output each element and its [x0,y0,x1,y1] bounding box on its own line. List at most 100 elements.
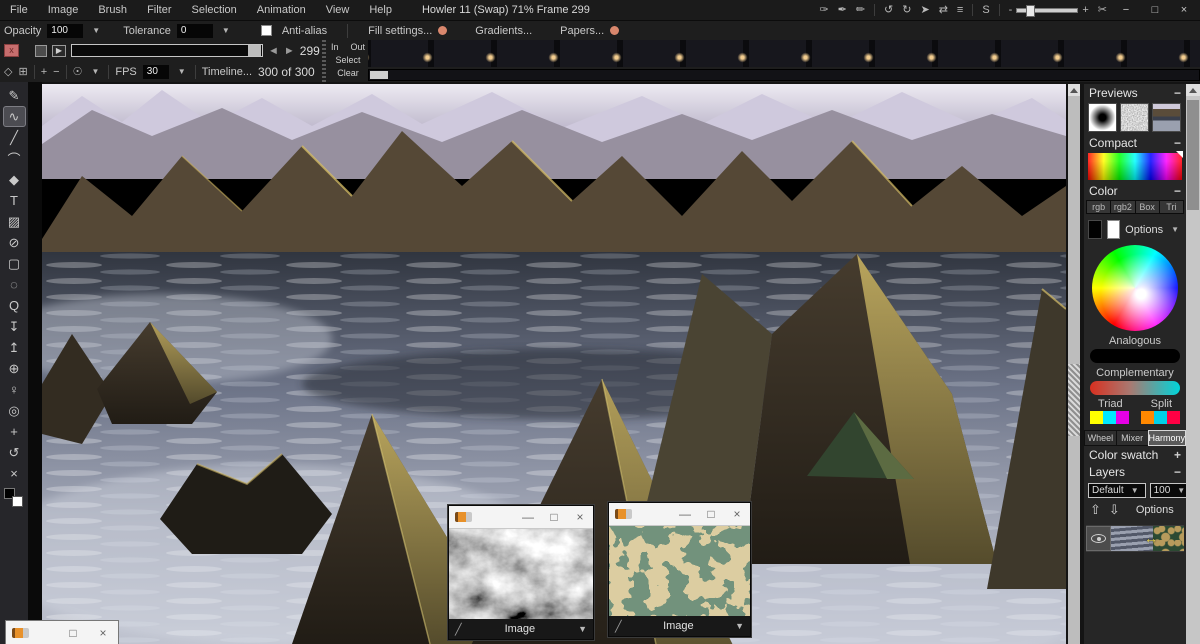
bulb-icon[interactable]: ☉ [73,63,83,81]
close-icon[interactable]: × [88,626,118,640]
color-options-button[interactable]: Options [1125,224,1163,236]
remove-frame-button[interactable]: − [53,63,59,81]
layer-visibility-toggle[interactable] [1086,526,1111,551]
close-icon[interactable]: × [724,507,750,521]
fg-bg-swatches[interactable] [3,488,25,510]
compact-color-strip[interactable] [1088,153,1182,180]
gradients-button[interactable]: Gradients... [475,25,532,37]
close-icon[interactable]: × [567,510,593,524]
close-button[interactable]: × [1174,4,1194,16]
swap-icon[interactable]: ⇄ [939,1,948,19]
zoom-slider-handle[interactable] [1026,5,1035,17]
redo-icon[interactable]: ↻ [902,1,911,19]
previews-collapse-icon[interactable]: − [1174,86,1181,100]
filled-shape-tool[interactable]: ▨ [3,211,26,232]
minimize-icon[interactable]: — [515,510,541,524]
zoom-slider[interactable]: - + [1009,1,1089,19]
clear-button[interactable]: Clear [330,67,366,80]
anchor-icon[interactable]: ◇ [4,63,12,81]
menu-image[interactable]: Image [38,4,89,16]
split-swatch-3[interactable] [1167,411,1180,424]
pan-tool[interactable]: + [3,421,26,442]
undo-tool[interactable]: ↺ [3,442,26,463]
ellipse-tool[interactable]: ⊘ [3,232,26,253]
text-tool[interactable]: T [3,190,26,211]
fill-settings-indicator[interactable] [438,26,447,35]
mode-tab-wheel[interactable]: Wheel [1085,431,1116,445]
select-button[interactable]: Select [330,54,366,67]
undo-icon[interactable]: ↺ [884,1,893,19]
compact-collapse-icon[interactable]: − [1174,136,1181,150]
color-wheel[interactable] [1092,245,1178,331]
color-tab-box[interactable]: Box [1136,201,1159,213]
bulb-dropdown-icon[interactable]: ▼ [88,67,102,76]
maximize-icon[interactable]: □ [58,626,88,640]
primary-color-swatch[interactable] [1088,220,1102,239]
add-frame-button[interactable]: + [41,63,47,81]
pen-tool[interactable]: ✎ [3,85,26,106]
antialias-checkbox[interactable] [261,25,272,36]
brush-preview[interactable] [1088,103,1117,132]
menu-view[interactable]: View [316,4,360,16]
menu-filter[interactable]: Filter [137,4,181,16]
menu-selection[interactable]: Selection [182,4,247,16]
image-preview[interactable] [1152,103,1181,132]
zoom-tool[interactable]: Q [3,295,26,316]
eyedropper-tool[interactable]: ↧ [3,316,26,337]
layer-options-button[interactable]: Options [1136,504,1174,516]
color-collapse-icon[interactable]: − [1174,184,1181,198]
timeline-button[interactable]: Timeline... [202,66,252,78]
triad-swatch-2[interactable] [1103,411,1116,424]
list-icon[interactable]: ≡ [957,1,963,19]
triad-swatch-1[interactable] [1090,411,1103,424]
lamp-tool[interactable]: ♀ [3,379,26,400]
zoom-in-icon[interactable]: + [1082,1,1088,19]
frame-scrubber[interactable] [71,44,263,57]
papers-button[interactable]: Papers... [560,25,604,37]
analogous-bar[interactable] [1090,349,1180,363]
picker-icon[interactable]: ╱ [455,623,462,636]
menu-animation[interactable]: Animation [247,4,316,16]
knife-icon[interactable]: ✂ [1098,1,1107,19]
opacity-value[interactable]: 100 [47,24,83,38]
source-selector[interactable]: ╱ Image ▼ [449,619,593,639]
opacity-dropdown-icon[interactable]: ▼ [89,26,103,35]
frame-range-icon[interactable]: ⊞ [18,63,27,81]
out-button[interactable]: Out [350,41,365,54]
layer-down-icon[interactable]: ⇩ [1109,502,1120,518]
minimize-icon[interactable]: — [672,507,698,521]
stamp-tool[interactable]: ⊕ [3,358,26,379]
timeline-scrubber-handle[interactable] [370,71,388,79]
window-titlebar[interactable]: — □ × [609,503,750,526]
airbrush-2-icon[interactable]: ✒ [838,1,847,19]
menu-file[interactable]: File [0,4,38,16]
menu-brush[interactable]: Brush [88,4,137,16]
tolerance-value[interactable]: 0 [177,24,213,38]
panel-scroll-up-icon[interactable] [1186,84,1200,96]
papers-indicator[interactable] [610,26,619,35]
next-frame-icon[interactable]: ► [284,45,295,57]
fill-tool[interactable]: ◆ [3,169,26,190]
scroll-up-icon[interactable] [1068,84,1080,96]
maximize-icon[interactable]: □ [698,507,724,521]
menu-help[interactable]: Help [359,4,402,16]
fps-value[interactable]: 30 [143,65,169,79]
tolerance-dropdown-icon[interactable]: ▼ [219,26,233,35]
curve-tool[interactable]: ⌒ [3,148,26,169]
secondary-color-swatch[interactable] [1107,220,1121,239]
prev-frame-icon[interactable]: ◄ [268,45,279,57]
paper-preview[interactable] [1120,103,1149,132]
minimize-button[interactable]: − [1116,4,1136,16]
airbrush-1-icon[interactable]: ✑ [819,1,828,19]
airbrush-3-icon[interactable]: ✏ [856,1,865,19]
mode-tab-mixer[interactable]: Mixer [1117,431,1148,445]
texture-window-camo[interactable]: — □ × ╱ Image ▼ [608,502,751,637]
picker-icon[interactable]: ╱ [615,620,622,633]
panel-vscrollbar-thumb[interactable] [1187,100,1199,210]
source-dropdown-icon[interactable]: ▼ [578,624,587,634]
window-titlebar[interactable]: — □ × [449,506,593,529]
cursor-icon[interactable]: ➤ [920,1,929,19]
ellipse-select-tool[interactable]: ◌ [3,274,26,295]
mode-tab-harmony[interactable]: Harmony [1149,431,1186,445]
stop-animation-button[interactable]: x [4,44,19,57]
